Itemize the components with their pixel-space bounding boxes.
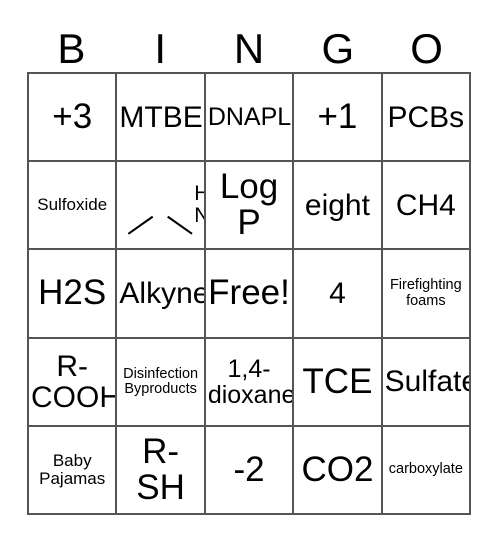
bingo-cell-label: R- COOH xyxy=(31,349,118,414)
bingo-cell-free-space[interactable]: Free! xyxy=(205,250,295,339)
bingo-cell-label: -2 xyxy=(233,449,265,489)
bingo-cell[interactable]: +3 xyxy=(29,74,118,163)
bingo-cell-label: +3 xyxy=(52,96,93,136)
bingo-cell[interactable]: PCBs xyxy=(382,74,472,163)
bingo-cell[interactable]: Disinfection Byproducts xyxy=(117,338,206,427)
bingo-cell-label: PCBs xyxy=(387,100,465,134)
amine-nitrogen-label: N xyxy=(161,205,204,226)
bingo-cell-label: carboxylate xyxy=(388,461,463,478)
bingo-row: H2S Alkyne Free! 4 Firefighting foams xyxy=(29,250,472,339)
bingo-header-letter-n: N xyxy=(233,25,265,72)
bingo-header-letter-i: I xyxy=(154,25,167,72)
bingo-header-letter-b: B xyxy=(57,25,86,72)
bingo-cell[interactable]: eight xyxy=(294,162,383,251)
bingo-cell-label: CO2 xyxy=(301,449,374,489)
bingo-cell[interactable]: MTBE xyxy=(117,74,206,163)
bingo-cell-label: Sulfate xyxy=(384,365,472,399)
bingo-card: B I N G O +3 MTBE DNAPL +1 PCBs Sulfoxid… xyxy=(0,0,500,544)
bingo-cell-label: Sulfoxide xyxy=(37,195,108,215)
bingo-cell-label: R- SH xyxy=(136,431,185,507)
bingo-cell-label: Baby Pajamas xyxy=(39,451,106,488)
amine-hydrogen-label: H xyxy=(161,183,204,204)
bingo-cell-label: Firefighting foams xyxy=(389,277,462,309)
bingo-cell-label: MTBE xyxy=(119,100,203,134)
bingo-cell[interactable]: -2 xyxy=(205,426,295,516)
bingo-cell-label: Alkyne xyxy=(119,276,206,310)
bingo-header-letter-g: G xyxy=(321,25,355,72)
bingo-cell[interactable]: Sulfate xyxy=(382,338,472,427)
bingo-row: Baby Pajamas R- SH -2 CO2 carboxylate xyxy=(29,426,472,516)
bingo-cell-label: 4 xyxy=(329,276,346,310)
bingo-cell[interactable]: 1,4- dioxane xyxy=(205,338,295,427)
bingo-cell-label: +1 xyxy=(317,96,358,136)
bingo-cell[interactable]: 4 xyxy=(294,250,383,339)
bingo-free-space-label: Free! xyxy=(208,273,290,313)
bingo-row: Sulfoxide H N Log P eight CH4 xyxy=(29,162,472,251)
bingo-cell-label: Disinfection Byproducts xyxy=(123,365,199,397)
bingo-cell-amine-structure[interactable]: H N xyxy=(117,162,206,251)
bingo-cell-label: CH4 xyxy=(395,188,456,222)
bingo-header-letter-o: O xyxy=(410,25,443,72)
bingo-cell[interactable]: Alkyne xyxy=(117,250,206,339)
bingo-cell-label: H2S xyxy=(38,273,107,313)
bingo-cell[interactable]: H2S xyxy=(29,250,118,339)
bingo-cell[interactable]: Log P xyxy=(205,162,295,251)
bingo-cell-label: 1,4- dioxane xyxy=(207,354,295,409)
bingo-cell[interactable]: TCE xyxy=(294,338,383,427)
bingo-row: R- COOH Disinfection Byproducts 1,4- dio… xyxy=(29,338,472,427)
bingo-grid: +3 MTBE DNAPL +1 PCBs Sulfoxide Log P ei… xyxy=(27,72,472,516)
bingo-cell[interactable]: CO2 xyxy=(294,426,383,516)
bingo-cell-label: Log P xyxy=(219,166,279,243)
bingo-cell-label: DNAPL xyxy=(207,103,292,132)
bingo-row: +3 MTBE DNAPL +1 PCBs xyxy=(29,74,472,163)
bingo-cell[interactable]: Firefighting foams xyxy=(382,250,472,339)
bingo-cell[interactable]: Baby Pajamas xyxy=(29,426,118,516)
bingo-cell[interactable]: Sulfoxide xyxy=(29,162,118,251)
bingo-header-row: B I N G O xyxy=(27,16,471,72)
bingo-cell-label: TCE xyxy=(302,361,373,401)
bingo-cell[interactable]: R- SH xyxy=(117,426,206,516)
bingo-cell[interactable]: R- COOH xyxy=(29,338,118,427)
bingo-cell-label: eight xyxy=(304,188,370,222)
amine-structure-icon: H N xyxy=(119,163,204,247)
bingo-cell[interactable]: +1 xyxy=(294,74,383,163)
bingo-cell[interactable]: carboxylate xyxy=(382,426,472,516)
bingo-cell[interactable]: DNAPL xyxy=(205,74,295,163)
bingo-cell[interactable]: CH4 xyxy=(382,162,472,251)
